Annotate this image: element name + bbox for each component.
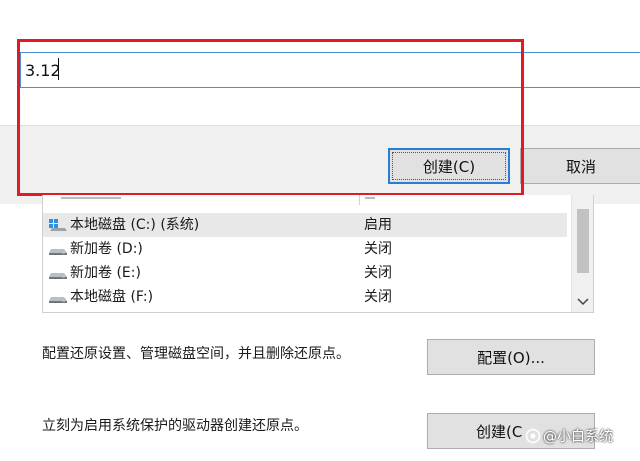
configure-button[interactable]: 配置(O)... (427, 339, 595, 375)
scroll-down-arrow-icon[interactable] (576, 297, 590, 309)
column-divider (359, 195, 360, 205)
column-header-drive (61, 195, 121, 199)
watermark-text: @小白系统 (543, 429, 613, 445)
config-description: 配置还原设置、管理磁盘空间，并且删除还原点。 (42, 346, 350, 362)
drive-icon (49, 297, 67, 303)
list-item[interactable]: 新加卷 (D:) 关闭 (43, 237, 567, 261)
drive-name: 新加卷 (D:) (70, 241, 143, 257)
system-drive-icon (49, 219, 67, 231)
drive-icon (49, 273, 67, 279)
cancel-button-label: 取消 (565, 157, 596, 176)
drive-name: 本地磁盘 (F:) (70, 289, 154, 305)
column-header-protection (365, 195, 375, 199)
drive-name: 新加卷 (E:) (70, 265, 141, 281)
list-header (43, 195, 573, 206)
list-scrollbar[interactable] (571, 195, 593, 312)
drive-name: 本地磁盘 (C:) (系统) (70, 217, 200, 233)
drive-icon (49, 249, 67, 255)
protection-status: 关闭 (364, 265, 392, 281)
scrollbar-thumb[interactable] (577, 209, 589, 273)
highlight-annotation-frame (17, 39, 524, 196)
list-item[interactable]: 新加卷 (E:) 关闭 (43, 261, 567, 285)
list-item[interactable]: 本地磁盘 (F:) 关闭 (43, 285, 567, 309)
cancel-button[interactable]: 取消 (520, 148, 640, 184)
create-description: 立刻为启用系统保护的驱动器创建还原点。 (42, 418, 308, 434)
protection-status: 关闭 (364, 289, 392, 305)
watermark: @小白系统 (525, 426, 613, 446)
list-item[interactable]: 本地磁盘 (C:) (系统) 启用 (43, 213, 567, 237)
create-restore-point-button-label: 创建(C (476, 422, 523, 441)
protection-status: 启用 (364, 217, 392, 233)
protection-status: 关闭 (364, 241, 392, 257)
watermark-logo-icon (525, 428, 541, 444)
configure-button-label: 配置(O)... (477, 348, 545, 367)
protection-settings-list[interactable]: 本地磁盘 (C:) (系统) 启用 新加卷 (D:) 关闭 新加卷 (E:) 关… (42, 195, 594, 313)
